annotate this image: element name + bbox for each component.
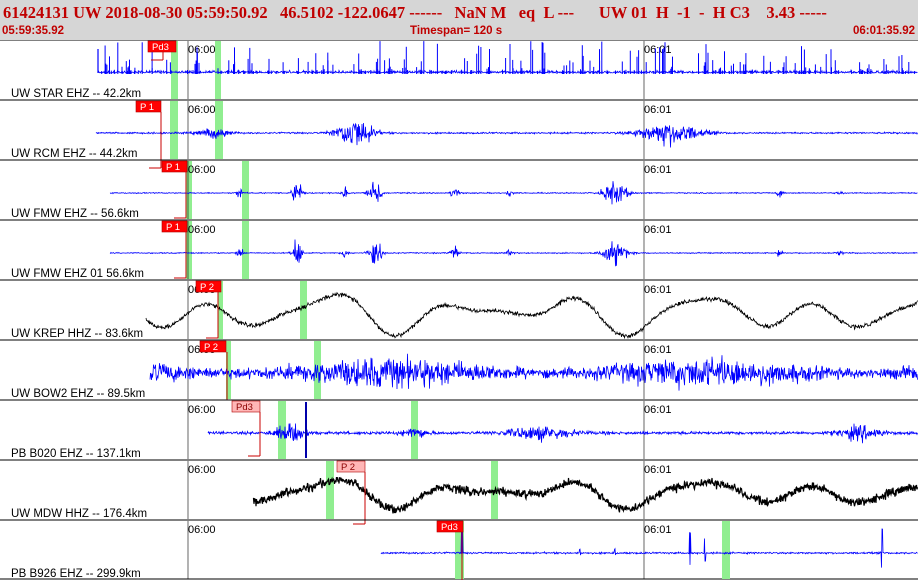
time-tick-label: 06:01 — [644, 284, 672, 296]
station-label: UW STAR EHZ -- 42.2km — [11, 88, 141, 100]
trace-row[interactable]: 06:00 06:01 P 2 UW MDW HHZ -- 176.4km — [0, 459, 918, 525]
time-tick-label: 06:00 — [188, 104, 216, 116]
time-tick-label: 06:01 — [644, 344, 672, 356]
trace-row[interactable]: 06:00 06:01 Pd3 PB B926 EHZ -- 299.9km — [0, 519, 918, 580]
trace-row[interactable]: 06:0006:01P 2UW BOW2 EHZ -- 89.5km — [0, 339, 918, 401]
timespan: Timespan= 120 s — [410, 25, 503, 37]
time-tick-label: 06:01 — [644, 104, 672, 116]
time-tick-label: 06:00 — [188, 404, 216, 416]
pick-marker — [722, 521, 730, 579]
time-tick-label: 06:01 — [644, 524, 672, 536]
time-tick-label: 06:00 — [188, 524, 216, 536]
phase-pick-label: P 2 — [200, 282, 214, 293]
time-tick-label: 06:00 — [188, 224, 216, 236]
trace-row[interactable]: 06:00 06:01 Pd3 PB B020 EHZ -- 137.1km — [0, 399, 918, 460]
time-tick-label: 06:01 — [644, 164, 672, 176]
phase-pick-label: Pd3 — [152, 42, 169, 53]
station-label: UW BOW2 EHZ -- 89.5km — [11, 388, 145, 400]
phase-pick-label: P 2 — [341, 462, 355, 473]
waveform — [109, 239, 918, 267]
pick-marker — [242, 221, 249, 279]
pick-marker — [215, 101, 223, 159]
station-label: UW FMW EHZ 01 56.6km — [11, 268, 144, 280]
phase-pick-label: Pd3 — [441, 522, 458, 533]
time-tick-label: 06:00 — [188, 164, 216, 176]
station-label: UW MDW HHZ -- 176.4km — [11, 508, 147, 520]
phase-pick-label: Pd3 — [236, 402, 253, 413]
trace-row[interactable]: 06:00 06:01 P 1 UW RCM EHZ -- 44.2km — [0, 99, 918, 169]
phase-pick-label: P 1 — [166, 162, 180, 173]
trace-row[interactable]: 06:00 06:01 P 1 UW FMW EHZ -- 56.6km — [0, 159, 918, 220]
station-label: UW FMW EHZ -- 56.6km — [11, 208, 139, 220]
pick-marker — [242, 161, 249, 219]
event-header: 61424131 UW 2018-08-30 05:59:50.92 46.51… — [0, 0, 918, 40]
station-label: PB B926 EHZ -- 299.9km — [11, 568, 141, 580]
time-tick-label: 06:01 — [644, 404, 672, 416]
waveform — [145, 291, 918, 340]
trace-row[interactable]: 06:00 06:01 Pd3 UW STAR EHZ -- 42.2km — [0, 40, 918, 100]
time-tick-label: 06:01 — [644, 224, 672, 236]
waveform — [149, 353, 918, 391]
phase-pick-label: P 1 — [140, 102, 154, 113]
time-tick-label: 06:01 — [644, 44, 672, 56]
phase-pick-label: P 1 — [166, 222, 180, 233]
time-tick-label: 06:00 — [188, 464, 216, 476]
trace-row[interactable]: 06:00 06:01 P 1 UW FMW EHZ 01 56.6km — [0, 219, 918, 280]
start-time: 05:59:35.92 — [2, 25, 65, 37]
pick-marker — [326, 461, 334, 519]
trace-row[interactable]: 06:0006:01P 2UW KREP HHZ -- 83.6km — [0, 279, 918, 340]
station-label: UW KREP HHZ -- 83.6km — [11, 328, 143, 340]
pick-marker — [170, 101, 178, 159]
phase-pick-label: P 2 — [204, 342, 218, 353]
waveform — [252, 476, 918, 514]
waveform — [109, 181, 918, 205]
time-tick-label: 06:00 — [188, 44, 216, 56]
station-label: PB B020 EHZ -- 137.1km — [11, 448, 141, 460]
waveform — [207, 423, 918, 444]
end-time: 06:01:35.92 — [852, 25, 915, 37]
event-title: 61424131 UW 2018-08-30 05:59:50.92 46.51… — [3, 3, 827, 22]
station-label: UW RCM EHZ -- 44.2km — [11, 148, 138, 160]
time-tick-label: 06:01 — [644, 464, 672, 476]
seismogram-panel[interactable]: 06:00 06:01Pd3UW STAR EHZ -- 42.2km06:00 0… — [0, 40, 918, 580]
